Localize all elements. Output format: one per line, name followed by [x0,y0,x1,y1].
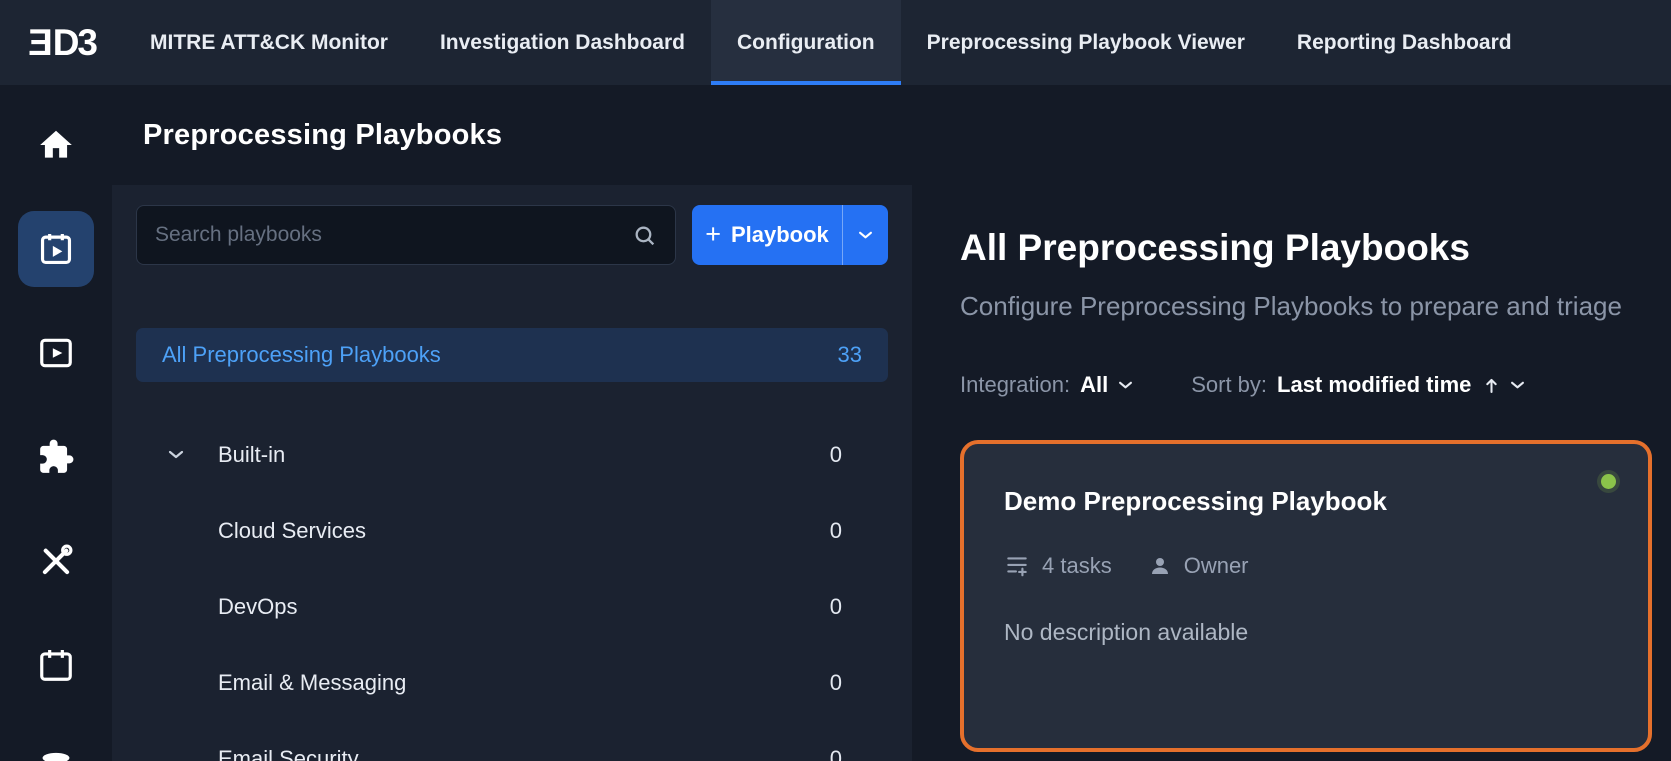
top-nav-bar: ED3 MITRE ATT&CK Monitor Investigation D… [0,0,1671,85]
data-management-button[interactable] [18,731,94,761]
sort-dropdown[interactable]: Sort by: Last modified time [1191,372,1525,398]
home-button[interactable] [18,107,94,183]
chevron-down-icon [1510,381,1525,390]
owner-label: Owner [1184,553,1249,579]
playbook-card-description: No description available [1004,619,1608,646]
tree-item-label: Built-in [218,442,830,468]
sort-ascending-icon[interactable] [1485,377,1498,394]
plus-icon: + [705,221,721,248]
search-input[interactable] [155,223,632,247]
tab-preprocessing-playbook-viewer[interactable]: Preprocessing Playbook Viewer [901,0,1271,85]
tree-item-count: 0 [830,594,842,620]
tree-item-label: DevOps [218,594,830,620]
chevron-down-icon[interactable] [168,450,218,460]
utilities-button[interactable] [18,523,94,599]
integration-filter-value: All [1080,372,1108,398]
d3-logo-text: D3 [53,22,96,64]
calendar-icon [37,646,75,684]
add-playbook-button[interactable]: + Playbook [692,205,888,265]
chevron-down-icon [858,231,873,240]
playbook-viewer-button[interactable] [18,315,94,391]
tools-icon [37,542,75,580]
tasks-icon [1004,553,1030,579]
filter-bar: Integration: All Sort by: Last modified … [960,372,1671,398]
puzzle-icon [37,438,75,476]
tree-item-label: Email & Messaging [218,670,830,696]
tab-configuration[interactable]: Configuration [711,0,901,85]
preprocessing-playbooks-button[interactable] [18,211,94,287]
list-item-all-preprocessing-playbooks[interactable]: All Preprocessing Playbooks 33 [136,328,888,382]
schedule-button[interactable] [18,627,94,703]
owner-meta: Owner [1148,553,1249,579]
tree-item-count: 0 [830,442,842,468]
search-box [136,205,676,265]
person-icon [1148,554,1172,578]
tree-item-devops[interactable]: DevOps 0 [136,569,888,645]
tree-item-label: Email Security [218,746,830,761]
tree-item-count: 0 [830,746,842,761]
tasks-count-label: 4 tasks [1042,553,1112,579]
sort-value: Last modified time [1277,372,1471,398]
integrations-button[interactable] [18,419,94,495]
tree-item-cloud-services[interactable]: Cloud Services 0 [136,493,888,569]
tree-item-email-messaging[interactable]: Email & Messaging 0 [136,645,888,721]
page-title: Preprocessing Playbooks [143,119,502,152]
playbook-card-title: Demo Preprocessing Playbook [1004,486,1608,517]
sort-label: Sort by: [1191,372,1267,398]
tab-reporting-dashboard[interactable]: Reporting Dashboard [1271,0,1538,85]
playbook-list-panel: + Playbook All Preprocessing Playbooks 3… [112,185,912,761]
list-item-label: All Preprocessing Playbooks [162,342,441,368]
add-playbook-dropdown-button[interactable] [842,205,888,265]
d3-logo[interactable]: ED3 [30,0,96,85]
main-subheading: Configure Preprocessing Playbooks to pre… [960,291,1671,322]
icon-sidebar [0,85,112,761]
tree-item-count: 0 [830,518,842,544]
video-play-icon [37,334,75,372]
home-icon [37,126,75,164]
integration-filter-label: Integration: [960,372,1070,398]
chevron-down-icon [1118,381,1133,390]
category-tree: Built-in 0 Cloud Services 0 DevOps 0 Ema… [136,417,888,761]
status-dot-icon [1601,474,1616,489]
integration-filter-dropdown[interactable]: Integration: All [960,372,1133,398]
d3-logo-mark: E [30,22,53,64]
tab-investigation-dashboard[interactable]: Investigation Dashboard [414,0,711,85]
tree-item-count: 0 [830,670,842,696]
main-content: All Preprocessing Playbooks Configure Pr… [912,85,1671,761]
tree-item-label: Cloud Services [218,518,830,544]
playbook-icon [37,230,75,268]
add-playbook-label: Playbook [731,222,829,248]
tree-item-built-in[interactable]: Built-in 0 [136,417,888,493]
tree-item-email-security[interactable]: Email Security 0 [136,721,888,761]
page-header: Preprocessing Playbooks [143,85,502,185]
main-heading: All Preprocessing Playbooks [960,227,1671,269]
tasks-meta: 4 tasks [1004,553,1112,579]
playbook-card-demo-preprocessing-playbook[interactable]: Demo Preprocessing Playbook 4 tasks [960,440,1652,752]
playbook-card-meta: 4 tasks Owner [1004,553,1608,579]
tab-mitre-attck-monitor[interactable]: MITRE ATT&CK Monitor [124,0,414,85]
list-item-count: 33 [838,342,862,368]
search-icon [632,223,657,248]
database-icon [37,750,75,761]
